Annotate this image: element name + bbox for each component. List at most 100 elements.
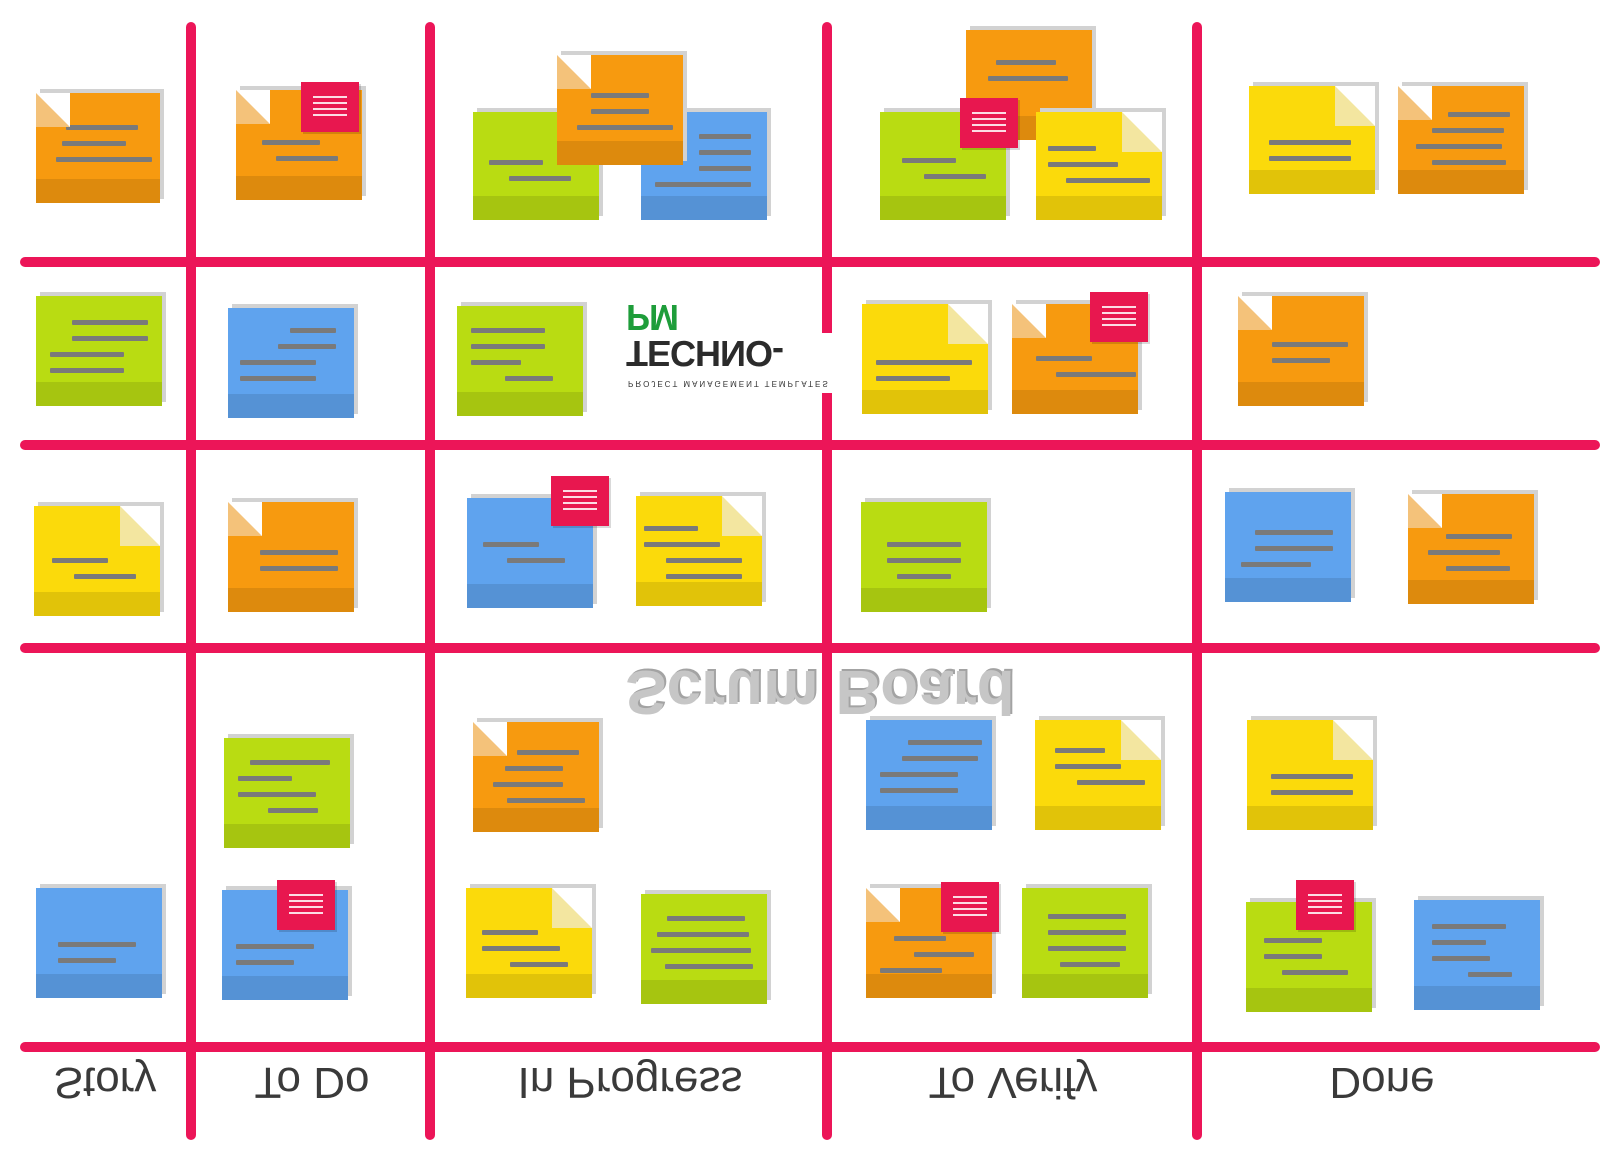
note-text-line xyxy=(699,134,751,139)
flag-text-line xyxy=(289,906,323,908)
flag-text-line xyxy=(953,914,987,916)
green-sticky-note xyxy=(36,296,162,406)
blue-sticky-note xyxy=(228,308,354,418)
flag-text-line xyxy=(972,124,1006,126)
note-text-line xyxy=(666,574,742,579)
flag-text-line xyxy=(1102,312,1136,314)
green-sticky-note xyxy=(224,738,350,848)
red-flag-note xyxy=(277,880,335,930)
note-text-line xyxy=(644,542,720,547)
note-text-line xyxy=(996,60,1056,65)
note-text-line xyxy=(58,958,116,963)
note-text-line xyxy=(667,916,745,921)
note-text-line xyxy=(74,574,136,579)
orange-sticky-note xyxy=(1398,86,1524,194)
flag-text-line xyxy=(313,102,347,104)
note-text-line xyxy=(1048,914,1126,919)
logo-wordmark: TECHNO-PM xyxy=(626,297,834,374)
note-text-line xyxy=(276,156,338,161)
flag-text-line xyxy=(563,490,597,492)
note-text-line xyxy=(577,125,673,130)
note-text-line xyxy=(240,376,316,381)
flag-text-line xyxy=(972,118,1006,120)
note-text-line xyxy=(66,125,138,130)
flag-text-line xyxy=(289,894,323,896)
note-text-line xyxy=(897,574,951,579)
note-text-line xyxy=(1055,764,1121,769)
note-text-line xyxy=(1432,128,1504,133)
blue-sticky-note xyxy=(36,888,162,998)
note-text-line xyxy=(505,766,563,771)
note-text-line xyxy=(988,76,1068,81)
note-text-line xyxy=(1264,938,1322,943)
note-text-line xyxy=(876,360,972,365)
note-text-line xyxy=(482,946,560,951)
red-flag-note xyxy=(1296,880,1354,930)
folded-corner xyxy=(557,55,591,89)
folded-corner xyxy=(1333,720,1373,760)
flag-text-line xyxy=(953,908,987,910)
note-text-line xyxy=(236,944,314,949)
red-flag-note xyxy=(941,882,999,932)
note-text-line xyxy=(1432,940,1486,945)
red-flag-note xyxy=(960,98,1018,148)
note-text-line xyxy=(509,176,571,181)
note-text-line xyxy=(260,566,338,571)
note-text-line xyxy=(1446,566,1510,571)
flag-text-line xyxy=(1102,324,1136,326)
column-divider xyxy=(425,22,435,1140)
note-text-line xyxy=(52,558,108,563)
column-divider xyxy=(1192,22,1202,1140)
note-text-line xyxy=(260,550,338,555)
yellow-sticky-note xyxy=(636,496,762,606)
flag-text-line xyxy=(972,130,1006,132)
folded-corner xyxy=(120,506,160,546)
note-text-line xyxy=(1241,562,1311,567)
orange-sticky-note xyxy=(1408,494,1534,604)
note-text-line xyxy=(644,526,698,531)
note-text-line xyxy=(56,157,152,162)
note-text-line xyxy=(1264,954,1322,959)
note-text-line xyxy=(238,792,316,797)
folded-corner xyxy=(1408,494,1442,528)
folded-corner xyxy=(473,722,507,756)
note-text-line xyxy=(250,760,330,765)
board-title: Scrum Board xyxy=(625,657,1015,726)
note-text-line xyxy=(1255,530,1333,535)
note-text-line xyxy=(1432,956,1490,961)
yellow-sticky-note xyxy=(1036,112,1162,220)
note-text-line xyxy=(880,772,958,777)
column-divider xyxy=(186,22,196,1140)
note-text-line xyxy=(880,968,942,973)
note-text-line xyxy=(1060,962,1120,967)
note-text-line xyxy=(1255,546,1333,551)
note-text-line xyxy=(1271,774,1353,779)
flag-text-line xyxy=(563,502,597,504)
column-label-story: Story xyxy=(53,1058,157,1107)
row-divider xyxy=(20,1042,1600,1052)
note-text-line xyxy=(651,948,751,953)
note-text-line xyxy=(655,182,751,187)
note-text-line xyxy=(1272,342,1348,347)
flag-text-line xyxy=(1308,900,1342,902)
note-text-line xyxy=(894,936,946,941)
note-text-line xyxy=(1269,156,1351,161)
red-flag-note xyxy=(1090,292,1148,342)
yellow-sticky-note xyxy=(34,506,160,616)
row-divider xyxy=(20,440,1600,450)
note-text-line xyxy=(236,960,294,965)
note-text-line xyxy=(1446,534,1512,539)
note-text-line xyxy=(278,344,336,349)
note-text-line xyxy=(1271,790,1353,795)
flag-text-line xyxy=(953,902,987,904)
note-text-line xyxy=(483,542,539,547)
column-label-in-progress: In Progress xyxy=(517,1058,743,1107)
green-sticky-note xyxy=(861,502,987,612)
note-text-line xyxy=(510,962,568,967)
note-text-line xyxy=(58,942,136,947)
note-text-line xyxy=(72,320,148,325)
flag-text-line xyxy=(953,896,987,898)
flag-text-line xyxy=(313,114,347,116)
yellow-sticky-note xyxy=(1035,720,1161,830)
note-text-line xyxy=(1282,970,1348,975)
